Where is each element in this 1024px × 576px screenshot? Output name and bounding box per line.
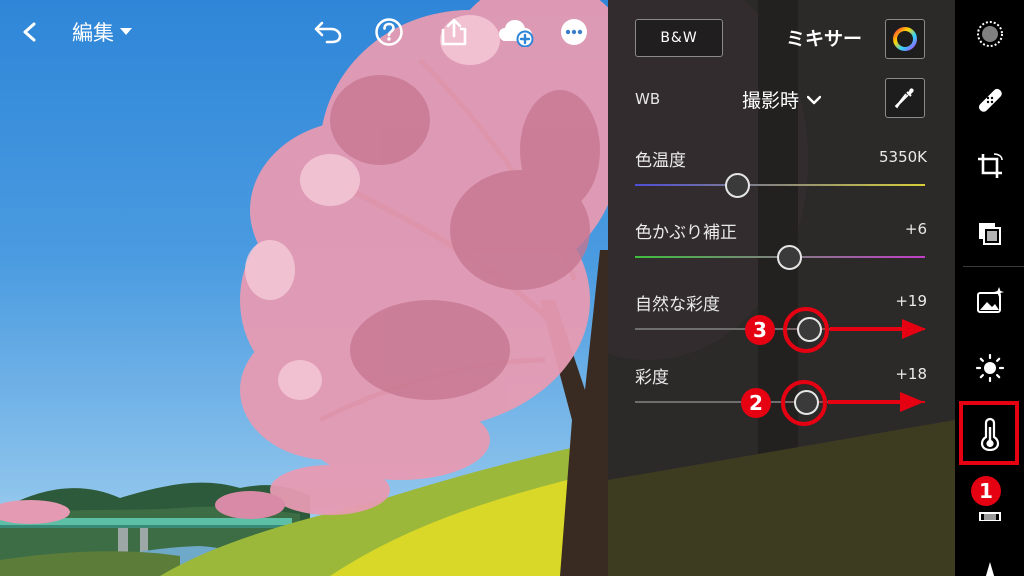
cloud-sync-button[interactable] xyxy=(496,14,536,50)
tint-label: 色かぶり補正 xyxy=(635,223,737,243)
callout-ring-saturation xyxy=(781,380,827,426)
mixer-label[interactable]: ミキサー xyxy=(786,24,862,51)
healing-icon xyxy=(978,88,1002,112)
effects-icon xyxy=(978,512,1001,521)
top-toolbar: 編集 xyxy=(0,0,608,64)
arrow-right-icon xyxy=(830,319,926,339)
rail-more-tools[interactable] xyxy=(955,540,1024,576)
vibrance-value[interactable]: +19 xyxy=(895,292,927,310)
saturation-value[interactable]: +18 xyxy=(895,365,927,383)
share-icon xyxy=(441,18,467,46)
color-wheel-icon xyxy=(893,27,917,51)
wb-label: WB xyxy=(635,90,661,108)
saturation-label: 彩度 xyxy=(635,368,669,388)
callout-ring-vibrance xyxy=(783,307,829,353)
badge-3: 3 xyxy=(745,315,775,345)
rail-presets[interactable] xyxy=(955,272,1024,328)
undo-icon xyxy=(314,21,342,44)
badge-2: 2 xyxy=(741,388,771,418)
versions-icon xyxy=(978,223,1001,245)
rail-effects[interactable] xyxy=(955,478,1024,534)
color-panel: B&W ミキサー WB 撮影時 色温度 5350K 色かぶり補正 +6 自然な彩… xyxy=(608,0,955,576)
caret-down-icon xyxy=(120,28,132,35)
temp-track[interactable] xyxy=(635,184,925,186)
help-button[interactable] xyxy=(371,14,407,50)
selective-icon xyxy=(976,21,1003,47)
eyedropper-button[interactable] xyxy=(885,78,925,118)
rail-light[interactable] xyxy=(955,340,1024,396)
tool-rail: 1 xyxy=(955,0,1024,576)
crop-icon xyxy=(977,153,1003,178)
presets-icon xyxy=(976,287,1004,313)
share-button[interactable] xyxy=(436,14,472,50)
rail-versions[interactable] xyxy=(955,206,1024,262)
more-options-button[interactable] xyxy=(556,14,592,50)
back-button[interactable] xyxy=(12,14,48,50)
back-icon xyxy=(23,22,36,42)
more-icon xyxy=(561,19,587,45)
cloud-add-icon xyxy=(499,20,534,47)
bw-button[interactable]: B&W xyxy=(635,19,723,57)
eyedropper-icon xyxy=(894,88,914,109)
rail-selective[interactable] xyxy=(955,6,1024,62)
photo-scene xyxy=(0,0,608,576)
undo-button[interactable] xyxy=(310,14,346,50)
rail-separator xyxy=(963,266,1024,267)
tint-value[interactable]: +6 xyxy=(905,220,927,238)
help-icon xyxy=(375,18,403,46)
rail-healing[interactable] xyxy=(955,72,1024,128)
edit-mode-dropdown[interactable]: 編集 xyxy=(72,14,132,50)
temp-label: 色温度 xyxy=(635,151,686,171)
temp-thumb[interactable] xyxy=(724,173,750,198)
temp-value[interactable]: 5350K xyxy=(879,148,927,166)
more-tools-icon xyxy=(985,562,994,576)
wb-value: 撮影時 xyxy=(742,90,800,112)
mixer-button[interactable] xyxy=(885,19,925,59)
photo-canvas[interactable] xyxy=(0,0,608,576)
color-tool-highlight xyxy=(959,401,1019,465)
vibrance-label: 自然な彩度 xyxy=(635,295,720,315)
arrow-right-icon xyxy=(828,392,924,412)
wb-dropdown[interactable]: 撮影時 xyxy=(742,86,822,113)
edit-mode-label: 編集 xyxy=(72,21,114,45)
light-icon xyxy=(975,353,1004,383)
tint-thumb[interactable] xyxy=(776,245,802,270)
chevron-down-icon xyxy=(807,95,822,104)
rail-crop[interactable] xyxy=(955,138,1024,194)
